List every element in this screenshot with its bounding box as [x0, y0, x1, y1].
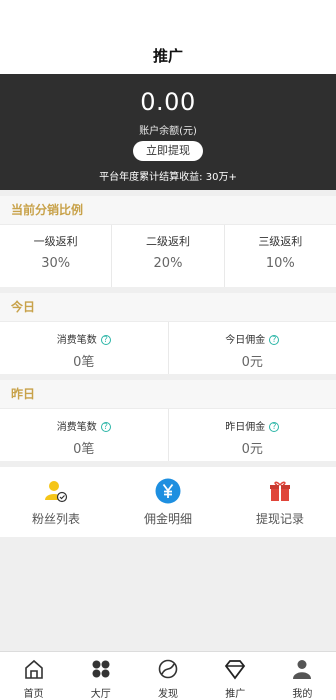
ratio-section: 当前分销比例 一级返利 30% 二级返利 20% 三级返利 10%: [0, 196, 336, 287]
fans-icon: [45, 481, 68, 503]
tab-hall[interactable]: 大厅: [67, 652, 134, 700]
tab-label: 大厅: [90, 689, 111, 700]
today-section: 今日 消费笔数? 0笔 今日佣金? 0元: [0, 293, 336, 374]
home-icon: [24, 659, 43, 679]
yesterday-commission: 昨日佣金? 0元: [169, 409, 336, 461]
stat-label: 消费笔数: [56, 422, 97, 433]
help-icon[interactable]: ?: [269, 335, 280, 345]
user-icon: [293, 660, 312, 679]
diamond-icon: [225, 660, 246, 680]
stat-value: 0笔: [73, 355, 95, 370]
balance-amount: 0.00: [140, 88, 196, 116]
withdraw-button[interactable]: 立即提现: [133, 141, 203, 161]
today-order-count: 消费笔数? 0笔: [0, 322, 169, 374]
yesterday-stats: 消费笔数? 0笔 昨日佣金? 0元: [0, 409, 336, 461]
discover-icon: [158, 659, 178, 679]
today-commission: 今日佣金? 0元: [169, 322, 336, 374]
today-section-title: 今日: [0, 293, 336, 322]
ratio-value: 20%: [153, 256, 183, 271]
ratio-level-3: 三级返利 10%: [225, 225, 336, 287]
stat-value: 0元: [241, 442, 263, 457]
help-icon[interactable]: ?: [269, 422, 280, 432]
annual-income-text: 平台年度累计结算收益: 30万+: [99, 172, 237, 183]
gift-icon: [270, 481, 290, 501]
account-panel: 0.00 账户余额(元) 立即提现 平台年度累计结算收益: 30万+: [0, 74, 336, 190]
ratio-value: 30%: [41, 256, 71, 271]
stat-label: 今日佣金: [225, 335, 266, 346]
ratio-label: 三级返利: [258, 235, 303, 248]
tab-discover[interactable]: 发现: [134, 652, 201, 700]
yen-icon: [155, 478, 181, 504]
tool-label: 提现记录: [255, 512, 304, 526]
balance-label: 账户余额(元): [139, 126, 197, 137]
stat-value: 0元: [241, 355, 263, 370]
ratio-section-title: 当前分销比例: [0, 196, 336, 225]
help-icon[interactable]: ?: [100, 335, 111, 345]
help-icon[interactable]: ?: [100, 422, 111, 432]
yesterday-section: 昨日 消费笔数? 0笔 昨日佣金? 0元: [0, 380, 336, 461]
yesterday-section-title: 昨日: [0, 380, 336, 409]
tool-label: 佣金明细: [143, 512, 192, 526]
page-title: 推广: [152, 47, 183, 65]
tool-row: 粉丝列表 佣金明细 提现记录: [0, 467, 336, 537]
fans-list-button[interactable]: 粉丝列表: [0, 467, 112, 537]
tab-label: 发现: [158, 689, 178, 700]
tab-home[interactable]: 首页: [0, 652, 67, 700]
yesterday-order-count: 消费笔数? 0笔: [0, 409, 169, 461]
tool-label: 粉丝列表: [31, 512, 80, 526]
stat-label: 消费笔数: [56, 335, 97, 346]
ratio-level-1: 一级返利 30%: [0, 225, 113, 287]
tab-label: 推广: [225, 689, 246, 700]
stat-value: 0笔: [73, 442, 95, 457]
stat-label: 昨日佣金: [225, 422, 266, 433]
top-bar: 推广: [0, 0, 336, 74]
commission-detail-button[interactable]: 佣金明细: [112, 467, 224, 537]
ratio-label: 二级返利: [145, 235, 190, 248]
tab-promote[interactable]: 推广: [202, 652, 269, 700]
tab-label: 我的: [292, 689, 313, 700]
ratio-value: 10%: [265, 256, 295, 271]
withdraw-record-button[interactable]: 提现记录: [224, 467, 336, 537]
today-stats: 消费笔数? 0笔 今日佣金? 0元: [0, 322, 336, 374]
tab-mine[interactable]: 我的: [269, 652, 336, 700]
bottom-tab-bar: 首页 大厅 发现 推广 我的: [0, 651, 336, 700]
ratio-grid: 一级返利 30% 二级返利 20% 三级返利 10%: [0, 225, 336, 287]
ratio-label: 一级返利: [33, 235, 78, 248]
grid-icon: [92, 660, 110, 678]
ratio-level-2: 二级返利 20%: [112, 225, 225, 287]
tab-label: 首页: [23, 689, 44, 700]
